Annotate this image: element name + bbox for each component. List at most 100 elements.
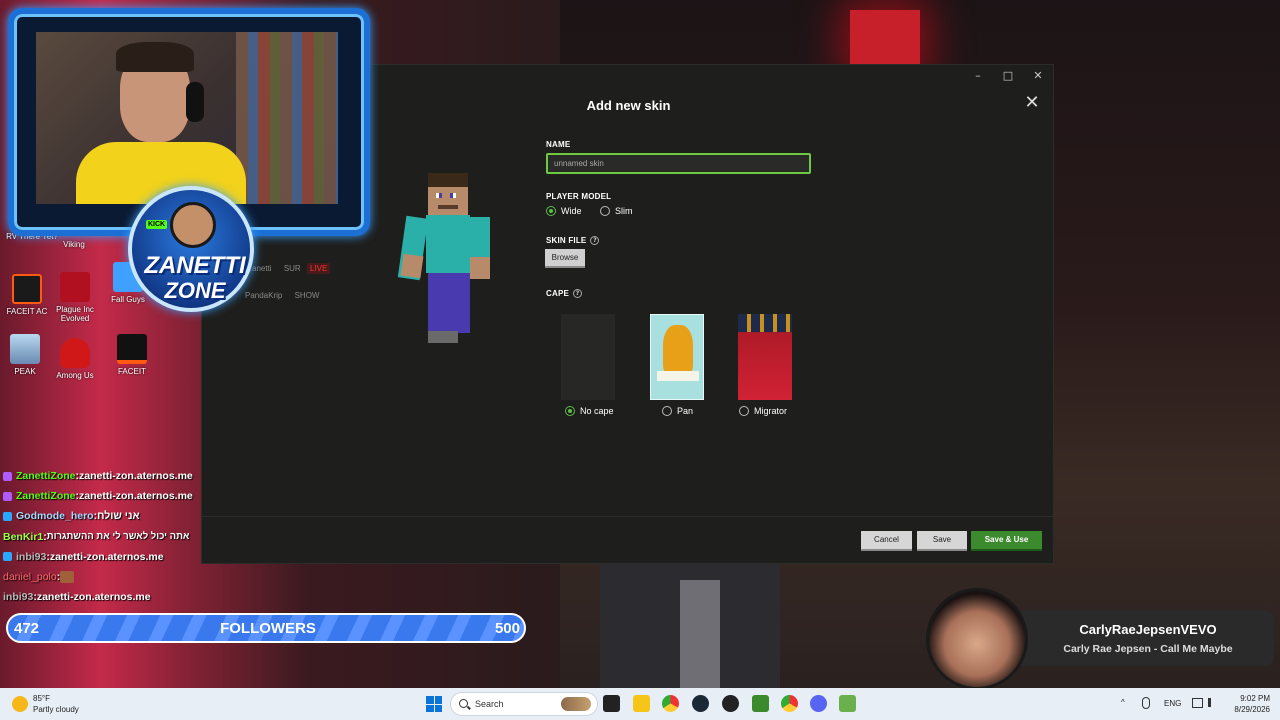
name-label: NAME: [546, 140, 571, 149]
cancel-button[interactable]: Cancel: [861, 531, 912, 551]
chat-message: inbi93 : zanetti-zon.aternos.me: [3, 547, 213, 567]
cape-pan-radio[interactable]: Pan: [662, 406, 693, 416]
chat-text: zanetti-zon.aternos.me: [79, 490, 193, 503]
player-model-label: PLAYER MODEL: [546, 192, 612, 201]
chat-user: ZanettiZone: [16, 470, 76, 483]
now-playing-track: Carly Rae Jepsen - Call Me Maybe: [1063, 643, 1233, 655]
desktop-icon-among-us[interactable]: Among Us: [45, 338, 105, 380]
cape-none-label: No cape: [580, 406, 614, 416]
dialog-footer-divider: [202, 516, 1055, 517]
now-playing-artwork: [926, 588, 1028, 690]
stream-mini-item-1: zanetti SUR LIVE: [248, 263, 331, 274]
pan-cape-emblem: [663, 325, 693, 375]
webcam-person-hair: [116, 42, 194, 72]
browse-button[interactable]: Browse: [545, 249, 585, 268]
desktop-icon-plague[interactable]: Plague Inc Evolved: [45, 272, 105, 323]
cape-migrator-radio[interactable]: Migrator: [739, 406, 787, 416]
search-icon: [459, 699, 468, 708]
chat-message: daniel_polo :: [3, 567, 213, 587]
cape-none-radio[interactable]: No cape: [565, 406, 614, 416]
steve-torso: [426, 215, 470, 273]
chat-message: ZanettiZone : zanetti-zon.aternos.me: [3, 486, 213, 506]
obs-icon[interactable]: [722, 695, 739, 712]
taskbar-clock[interactable]: 9:02 PM 8/29/2026: [1220, 693, 1270, 715]
cape-pan-preview[interactable]: [650, 314, 704, 400]
steve-hair: [428, 173, 468, 187]
desktop-icon-label: Plague Inc Evolved: [56, 305, 94, 323]
save-and-use-button[interactable]: Save & Use: [971, 531, 1042, 551]
chat-overlay: ZanettiZone : zanetti-zon.aternos.me Zan…: [3, 466, 213, 607]
chat-text: zanetti-zon.aternos.me: [36, 591, 151, 604]
discord-icon[interactable]: [810, 695, 827, 712]
cape-label: CAPE?: [546, 289, 583, 299]
cape-migrator-label: Migrator: [754, 406, 788, 416]
clock-date: 8/29/2026: [1234, 705, 1270, 714]
taskbar: 85°F Partly cloudy Search ^ ENG 9:02 PM …: [0, 688, 1280, 720]
chevron-up-icon[interactable]: ^: [1121, 698, 1125, 707]
peak-icon: [10, 334, 40, 364]
minimize-button[interactable]: –: [963, 65, 993, 85]
skin-name-input[interactable]: unnamed skin: [546, 153, 811, 174]
speaker-icon[interactable]: [1208, 698, 1216, 707]
task-view-icon[interactable]: [603, 695, 620, 712]
desktop-icon-label: FACEIT: [117, 367, 146, 376]
help-icon[interactable]: ?: [590, 236, 600, 246]
radio-unselected-icon: [739, 406, 749, 416]
model-slim-radio[interactable]: Slim: [600, 206, 633, 216]
steve-hand-left: [400, 253, 424, 279]
window-close-button[interactable]: ✕: [1023, 65, 1053, 85]
webcam-video: [36, 32, 338, 204]
headset-icon: [186, 82, 204, 122]
pan-cape-stripe: [657, 371, 699, 381]
faceit-ac-icon: [12, 274, 42, 304]
help-icon[interactable]: ?: [573, 289, 583, 299]
minecraft-icon[interactable]: [752, 695, 769, 712]
cape-label-text: CAPE: [546, 289, 570, 298]
now-playing-channel: CarlyRaeJepsenVEVO: [1079, 622, 1217, 637]
microphone-icon[interactable]: [1142, 697, 1150, 709]
desktop-icon-label: Among Us: [56, 371, 94, 380]
windows-start-icon[interactable]: [426, 696, 442, 712]
game-character-sword: [680, 580, 720, 688]
weather-widget[interactable]: 85°F Partly cloudy: [12, 693, 79, 715]
steve-shoes: [428, 331, 458, 343]
cape-none-preview[interactable]: [561, 314, 615, 400]
chrome-icon[interactable]: [662, 695, 679, 712]
steam-icon[interactable]: [692, 695, 709, 712]
live-badge: LIVE: [306, 263, 331, 274]
minecraft-launcher-icon[interactable]: [839, 695, 856, 712]
chat-user: inbi93: [3, 591, 34, 604]
chat-user: Godmode_hero: [16, 510, 94, 523]
radio-selected-icon: [565, 406, 575, 416]
save-button[interactable]: Save: [917, 531, 967, 551]
partly-cloudy-icon: [12, 696, 28, 712]
chat-user: ZanettiZone: [16, 490, 76, 503]
model-wide-radio[interactable]: Wide: [546, 206, 582, 216]
display-icon[interactable]: [1192, 698, 1203, 708]
chat-message: Godmode_hero : אני שולח: [3, 506, 213, 526]
chat-badge-icon: [3, 471, 12, 481]
taskbar-search[interactable]: Search: [450, 692, 598, 716]
clock-time: 9:02 PM: [1240, 694, 1270, 703]
faceit-icon: [117, 334, 147, 364]
language-indicator[interactable]: ENG: [1164, 699, 1181, 708]
mini-item-name: PandaKrip: [245, 291, 283, 300]
cape-migrator-preview[interactable]: [738, 314, 792, 400]
search-highlight-image: [561, 697, 591, 711]
file-explorer-icon[interactable]: [633, 695, 650, 712]
skin-file-label-text: SKIN FILE: [546, 236, 587, 245]
chrome-alt-icon[interactable]: [781, 695, 798, 712]
desktop-icon-faceit[interactable]: FACEIT: [102, 334, 162, 376]
plague-inc-icon: [60, 272, 90, 302]
game-lava-glow: [850, 10, 920, 70]
mini-item-tag: SUR: [283, 264, 301, 273]
chat-badge-icon: [3, 552, 12, 562]
migrator-cape-pattern: [738, 314, 792, 332]
steve-legs: [428, 273, 470, 333]
maximize-button[interactable]: □: [993, 65, 1023, 85]
desktop-icon-viking[interactable]: Viking: [44, 240, 104, 249]
skin-preview[interactable]: [397, 173, 498, 348]
followers-goal: 500: [494, 620, 520, 637]
dialog-close-icon[interactable]: ✕: [1023, 94, 1041, 113]
followers-goal-bar: 472 FOLLOWERS 500: [6, 613, 526, 643]
